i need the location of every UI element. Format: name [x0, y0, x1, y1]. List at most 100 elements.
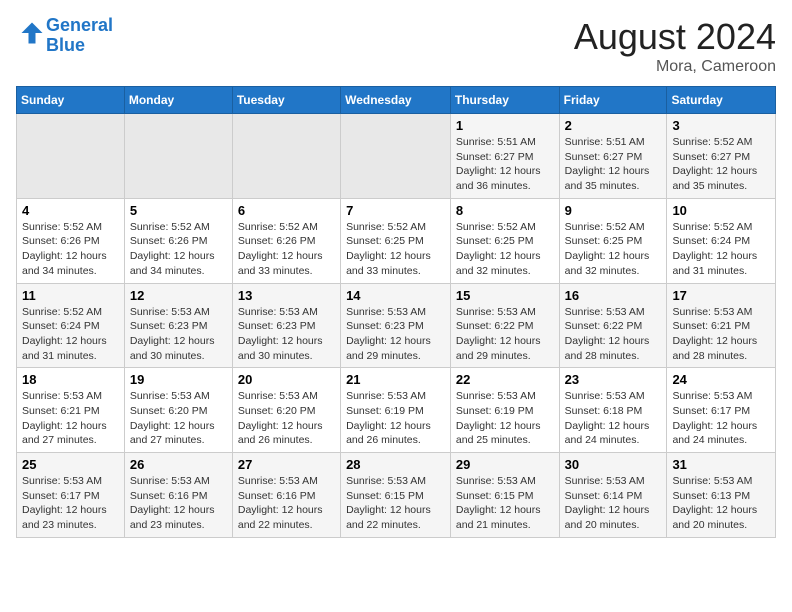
day-number: 23: [565, 372, 662, 387]
calendar-cell: 1 Sunrise: 5:51 AMSunset: 6:27 PMDaylight…: [450, 114, 559, 199]
day-number: 3: [672, 118, 770, 133]
day-detail: Sunrise: 5:52 AMSunset: 6:25 PMDaylight:…: [346, 220, 445, 279]
day-detail: Sunrise: 5:53 AMSunset: 6:21 PMDaylight:…: [672, 305, 770, 364]
day-detail: Sunrise: 5:53 AMSunset: 6:22 PMDaylight:…: [565, 305, 662, 364]
day-number: 26: [130, 457, 227, 472]
calendar-cell: 16 Sunrise: 5:53 AMSunset: 6:22 PMDayligh…: [559, 283, 667, 368]
calendar-cell: [124, 114, 232, 199]
calendar-cell: 22 Sunrise: 5:53 AMSunset: 6:19 PMDayligh…: [450, 368, 559, 453]
day-number: 22: [456, 372, 554, 387]
day-detail: Sunrise: 5:53 AMSunset: 6:23 PMDaylight:…: [130, 305, 227, 364]
day-detail: Sunrise: 5:52 AMSunset: 6:26 PMDaylight:…: [130, 220, 227, 279]
header-cell-tuesday: Tuesday: [232, 87, 340, 114]
day-detail: Sunrise: 5:53 AMSunset: 6:17 PMDaylight:…: [672, 389, 770, 448]
title-block: August 2024 Mora, Cameroon: [574, 16, 776, 76]
day-detail: Sunrise: 5:53 AMSunset: 6:22 PMDaylight:…: [456, 305, 554, 364]
logo-line2: Blue: [46, 35, 85, 55]
header-cell-saturday: Saturday: [667, 87, 776, 114]
calendar-cell: 30 Sunrise: 5:53 AMSunset: 6:14 PMDayligh…: [559, 453, 667, 538]
calendar-cell: 24 Sunrise: 5:53 AMSunset: 6:17 PMDayligh…: [667, 368, 776, 453]
day-detail: Sunrise: 5:53 AMSunset: 6:17 PMDaylight:…: [22, 474, 119, 533]
calendar-cell: 26 Sunrise: 5:53 AMSunset: 6:16 PMDayligh…: [124, 453, 232, 538]
calendar-cell: 27 Sunrise: 5:53 AMSunset: 6:16 PMDayligh…: [232, 453, 340, 538]
calendar-cell: 20 Sunrise: 5:53 AMSunset: 6:20 PMDayligh…: [232, 368, 340, 453]
day-number: 27: [238, 457, 335, 472]
calendar-cell: 21Sunrise: 5:53 AMSunset: 6:19 PMDayligh…: [341, 368, 451, 453]
calendar-cell: 7 Sunrise: 5:52 AMSunset: 6:25 PMDaylight…: [341, 198, 451, 283]
day-number: 28: [346, 457, 445, 472]
day-detail: Sunrise: 5:53 AMSunset: 6:16 PMDaylight:…: [130, 474, 227, 533]
calendar-cell: 28 Sunrise: 5:53 AMSunset: 6:15 PMDayligh…: [341, 453, 451, 538]
calendar-cell: 11 Sunrise: 5:52 AMSunset: 6:24 PMDayligh…: [17, 283, 125, 368]
calendar-cell: 4Sunrise: 5:52 AMSunset: 6:26 PMDaylight…: [17, 198, 125, 283]
logo-text: General Blue: [46, 16, 113, 56]
calendar-cell: 18 Sunrise: 5:53 AMSunset: 6:21 PMDayligh…: [17, 368, 125, 453]
header-cell-friday: Friday: [559, 87, 667, 114]
day-number: 31: [672, 457, 770, 472]
header-row: SundayMondayTuesdayWednesdayThursdayFrid…: [17, 87, 776, 114]
day-detail: Sunrise: 5:53 AMSunset: 6:15 PMDaylight:…: [346, 474, 445, 533]
day-number: 10: [672, 203, 770, 218]
day-number: 18: [22, 372, 119, 387]
calendar-cell: 2Sunrise: 5:51 AMSunset: 6:27 PMDaylight…: [559, 114, 667, 199]
calendar-cell: [17, 114, 125, 199]
calendar-cell: 6Sunrise: 5:52 AMSunset: 6:26 PMDaylight…: [232, 198, 340, 283]
header-cell-wednesday: Wednesday: [341, 87, 451, 114]
page-header: General Blue August 2024 Mora, Cameroon: [16, 16, 776, 76]
calendar-table: SundayMondayTuesdayWednesdayThursdayFrid…: [16, 86, 776, 538]
calendar-body: 1 Sunrise: 5:51 AMSunset: 6:27 PMDaylight…: [17, 114, 776, 538]
calendar-week-1: 1 Sunrise: 5:51 AMSunset: 6:27 PMDaylight…: [17, 114, 776, 199]
day-number: 8: [456, 203, 554, 218]
day-number: 15: [456, 288, 554, 303]
calendar-cell: 13 Sunrise: 5:53 AMSunset: 6:23 PMDayligh…: [232, 283, 340, 368]
calendar-cell: [341, 114, 451, 199]
logo-line1: General: [46, 15, 113, 35]
day-detail: Sunrise: 5:52 AMSunset: 6:26 PMDaylight:…: [22, 220, 119, 279]
day-detail: Sunrise: 5:52 AMSunset: 6:25 PMDaylight:…: [565, 220, 662, 279]
day-detail: Sunrise: 5:51 AMSunset: 6:27 PMDaylight:…: [456, 135, 554, 194]
day-number: 1: [456, 118, 554, 133]
calendar-cell: 14Sunrise: 5:53 AMSunset: 6:23 PMDayligh…: [341, 283, 451, 368]
day-detail: Sunrise: 5:53 AMSunset: 6:20 PMDaylight:…: [130, 389, 227, 448]
day-number: 13: [238, 288, 335, 303]
calendar-cell: [232, 114, 340, 199]
day-number: 24: [672, 372, 770, 387]
calendar-week-3: 11 Sunrise: 5:52 AMSunset: 6:24 PMDayligh…: [17, 283, 776, 368]
day-detail: Sunrise: 5:52 AMSunset: 6:25 PMDaylight:…: [456, 220, 554, 279]
calendar-cell: 3Sunrise: 5:52 AMSunset: 6:27 PMDaylight…: [667, 114, 776, 199]
calendar-cell: 19Sunrise: 5:53 AMSunset: 6:20 PMDayligh…: [124, 368, 232, 453]
calendar-cell: 29Sunrise: 5:53 AMSunset: 6:15 PMDayligh…: [450, 453, 559, 538]
day-detail: Sunrise: 5:52 AMSunset: 6:24 PMDaylight:…: [22, 305, 119, 364]
calendar-cell: 31 Sunrise: 5:53 AMSunset: 6:13 PMDayligh…: [667, 453, 776, 538]
calendar-cell: 23Sunrise: 5:53 AMSunset: 6:18 PMDayligh…: [559, 368, 667, 453]
calendar-week-5: 25 Sunrise: 5:53 AMSunset: 6:17 PMDayligh…: [17, 453, 776, 538]
day-number: 16: [565, 288, 662, 303]
day-number: 12: [130, 288, 227, 303]
day-number: 17: [672, 288, 770, 303]
calendar-week-4: 18 Sunrise: 5:53 AMSunset: 6:21 PMDayligh…: [17, 368, 776, 453]
calendar-cell: 15 Sunrise: 5:53 AMSunset: 6:22 PMDayligh…: [450, 283, 559, 368]
day-number: 5: [130, 203, 227, 218]
day-detail: Sunrise: 5:53 AMSunset: 6:19 PMDaylight:…: [456, 389, 554, 448]
calendar-header: SundayMondayTuesdayWednesdayThursdayFrid…: [17, 87, 776, 114]
day-detail: Sunrise: 5:53 AMSunset: 6:20 PMDaylight:…: [238, 389, 335, 448]
day-detail: Sunrise: 5:53 AMSunset: 6:14 PMDaylight:…: [565, 474, 662, 533]
day-number: 30: [565, 457, 662, 472]
day-number: 7: [346, 203, 445, 218]
logo: General Blue: [16, 16, 113, 56]
header-cell-sunday: Sunday: [17, 87, 125, 114]
day-number: 11: [22, 288, 119, 303]
day-number: 20: [238, 372, 335, 387]
day-detail: Sunrise: 5:53 AMSunset: 6:13 PMDaylight:…: [672, 474, 770, 533]
day-detail: Sunrise: 5:53 AMSunset: 6:15 PMDaylight:…: [456, 474, 554, 533]
day-detail: Sunrise: 5:53 AMSunset: 6:16 PMDaylight:…: [238, 474, 335, 533]
day-number: 25: [22, 457, 119, 472]
location-subtitle: Mora, Cameroon: [574, 58, 776, 76]
calendar-cell: 17 Sunrise: 5:53 AMSunset: 6:21 PMDayligh…: [667, 283, 776, 368]
calendar-cell: 10Sunrise: 5:52 AMSunset: 6:24 PMDayligh…: [667, 198, 776, 283]
header-cell-thursday: Thursday: [450, 87, 559, 114]
day-number: 21: [346, 372, 445, 387]
day-detail: Sunrise: 5:53 AMSunset: 6:21 PMDaylight:…: [22, 389, 119, 448]
day-detail: Sunrise: 5:53 AMSunset: 6:23 PMDaylight:…: [238, 305, 335, 364]
calendar-week-2: 4Sunrise: 5:52 AMSunset: 6:26 PMDaylight…: [17, 198, 776, 283]
